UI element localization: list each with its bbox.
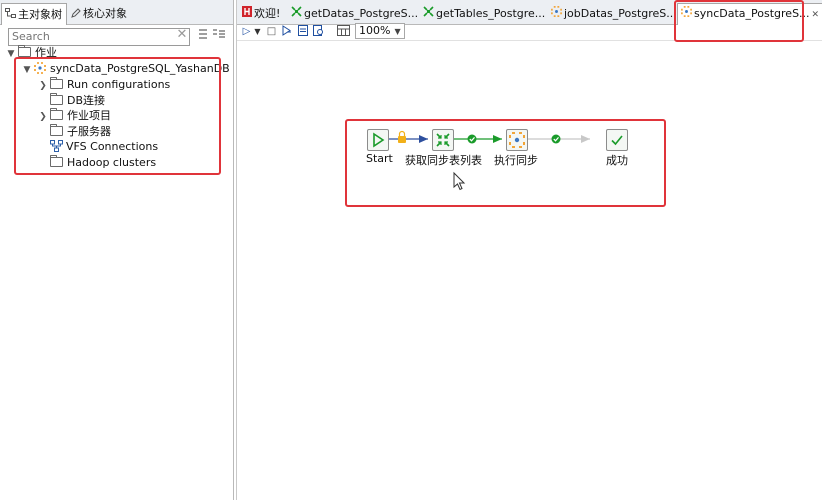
mouse-cursor-icon bbox=[453, 171, 466, 191]
flow-canvas bbox=[388, 130, 590, 191]
step-get-sync-tables[interactable] bbox=[432, 129, 454, 151]
step-start[interactable] bbox=[367, 129, 389, 151]
lock-icon bbox=[398, 130, 406, 143]
job-icon bbox=[509, 132, 525, 148]
hop-execute-sync-to-success[interactable] bbox=[527, 134, 590, 144]
step-success[interactable] bbox=[606, 129, 628, 151]
step-execute-sync[interactable] bbox=[506, 129, 528, 151]
check-circle-icon bbox=[551, 134, 561, 144]
step-label: 执行同步 bbox=[494, 154, 538, 167]
step-label: Start bbox=[366, 152, 393, 165]
step-label: 获取同步表列表 bbox=[405, 154, 482, 167]
transformation-icon bbox=[436, 133, 450, 147]
check-circle-icon bbox=[467, 134, 477, 144]
play-icon bbox=[373, 132, 385, 148]
hop-get-tables-to-execute-sync[interactable] bbox=[453, 134, 502, 144]
hop-start-to-get-tables[interactable] bbox=[388, 130, 428, 144]
step-label: 成功 bbox=[606, 154, 628, 167]
check-icon bbox=[611, 135, 623, 146]
